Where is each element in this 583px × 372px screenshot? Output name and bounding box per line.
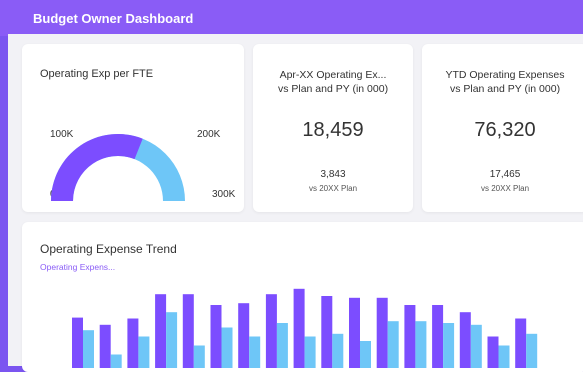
trend-bar-series1[interactable]: [127, 318, 139, 369]
trend-bar-series1[interactable]: [155, 294, 167, 368]
trend-bar-series2[interactable]: [387, 321, 399, 368]
trend-bar-series1[interactable]: [99, 324, 111, 368]
trend-bar-series1[interactable]: [321, 296, 333, 368]
trend-bar-series1[interactable]: [432, 305, 444, 368]
trend-bar-series1[interactable]: [487, 336, 499, 369]
trend-bar-series2[interactable]: [193, 345, 205, 369]
kpi-month-title-line1: Apr-XX Operating Ex...: [279, 69, 387, 81]
gauge-card[interactable]: Operating Exp per FTE 100K 200K 0 300K: [22, 44, 244, 212]
trend-bar-series1[interactable]: [210, 305, 222, 368]
header-bar: Budget Owner Dashboard: [0, 0, 583, 36]
trend-card[interactable]: Operating Expense Trend Operating Expens…: [22, 222, 583, 372]
trend-bar-series1[interactable]: [72, 317, 83, 368]
kpi-month-title-line2: vs Plan and PY (in 000): [277, 83, 389, 95]
trend-bar-series2[interactable]: [360, 341, 371, 368]
trend-bar-series1[interactable]: [265, 294, 277, 368]
kpi-card-ytd[interactable]: YTD Operating Expenses vs Plan and PY (i…: [422, 44, 583, 212]
trend-bar-chart: [72, 288, 538, 369]
trend-bar-series2[interactable]: [526, 333, 538, 368]
trend-bar-series2[interactable]: [415, 321, 427, 368]
kpi-month-sub-caption: vs 20XX Plan: [308, 184, 358, 193]
kpi-card-month[interactable]: Apr-XX Operating Ex... vs Plan and PY (i…: [253, 44, 413, 212]
kpi-month-value: 18,459: [302, 119, 364, 141]
dashboard-title: Budget Owner Dashboard: [33, 11, 194, 26]
trend-bar-series2[interactable]: [304, 336, 316, 369]
kpi-ytd-sub-caption: vs 20XX Plan: [480, 184, 530, 193]
trend-bar-series2[interactable]: [249, 336, 261, 369]
trend-bar-series1[interactable]: [293, 288, 305, 368]
kpi-ytd-title-line1: YTD Operating Expenses: [445, 69, 565, 81]
gauge-fill: [51, 134, 143, 201]
trend-bar-series2[interactable]: [443, 323, 455, 368]
trend-bar-series2[interactable]: [332, 333, 344, 368]
dashboard-canvas: Operating Exp per FTE 100K 200K 0 300K A…: [8, 34, 583, 372]
trend-bar-series2[interactable]: [221, 327, 233, 369]
kpi-ytd-title: YTD Operating Expenses vs Plan and PY (i…: [422, 68, 583, 96]
trend-bar-series2[interactable]: [498, 345, 510, 369]
trend-bar-series1[interactable]: [349, 297, 360, 368]
trend-bar-series1[interactable]: [404, 305, 416, 368]
trend-bar-series2[interactable]: [83, 330, 94, 368]
kpi-ytd-title-line2: vs Plan and PY (in 000): [449, 83, 561, 95]
kpi-ytd-sub-value: 17,465: [489, 169, 521, 180]
kpi-month-sub-value: 3,843: [320, 169, 346, 180]
trend-bar-series1[interactable]: [238, 303, 250, 368]
gauge-chart: [51, 134, 185, 201]
kpi-ytd-value: 76,320: [474, 119, 536, 141]
trend-bar-series2[interactable]: [166, 312, 178, 368]
trend-bar-series1[interactable]: [459, 312, 471, 368]
trend-bar-series2[interactable]: [276, 323, 288, 368]
trend-bar-series1[interactable]: [376, 297, 388, 368]
kpi-month-title: Apr-XX Operating Ex... vs Plan and PY (i…: [253, 68, 413, 96]
trend-bar-series2[interactable]: [470, 324, 482, 368]
trend-bar-series1[interactable]: [515, 318, 527, 369]
trend-bar-series1[interactable]: [182, 294, 194, 368]
trend-bar-series2[interactable]: [138, 336, 150, 369]
